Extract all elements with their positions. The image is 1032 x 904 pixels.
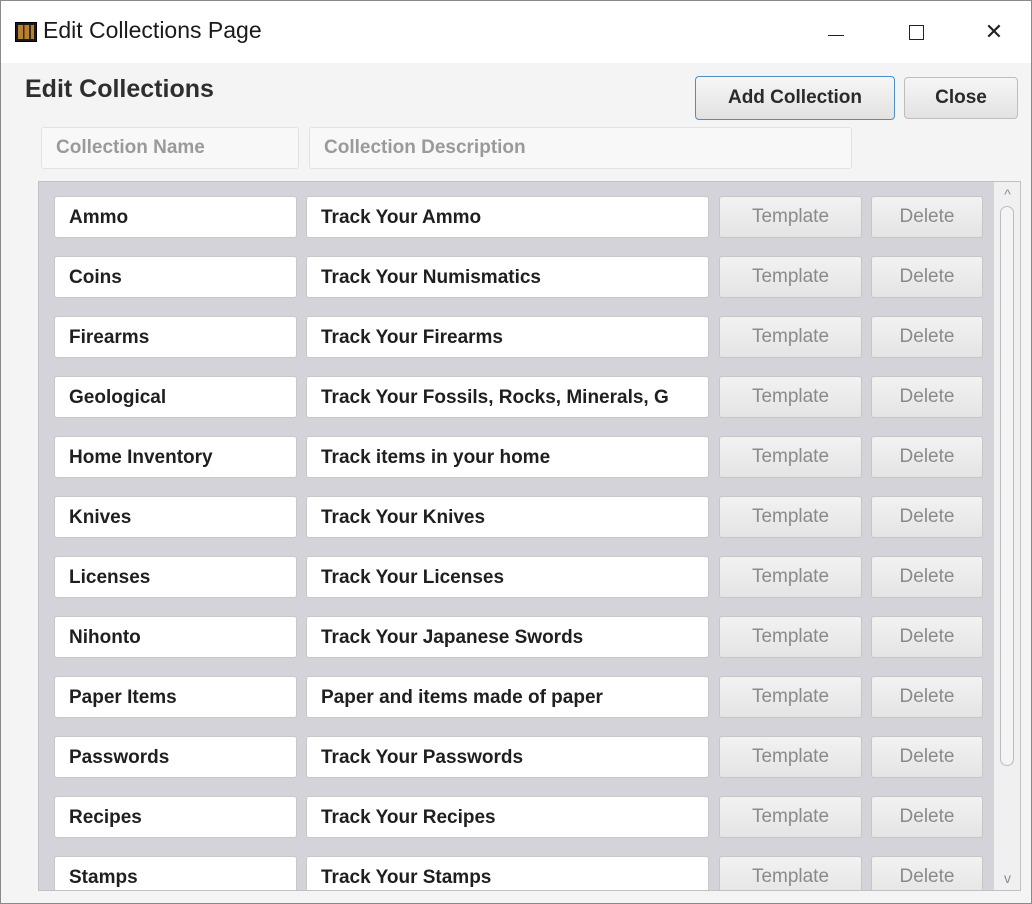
scroll-thumb[interactable] [1000, 206, 1014, 766]
template-button[interactable]: Template [719, 376, 862, 418]
collection-name-field[interactable]: Coins [54, 256, 297, 298]
close-icon: ✕ [984, 19, 1004, 44]
collection-row: Coins Track Your Numismatics Template Delet… [39, 242, 989, 302]
collections-list[interactable]: Stamps Track Your Stamps Template Delete Rec… [38, 181, 1021, 891]
collection-description-field[interactable]: Track items in your home [306, 436, 709, 478]
collection-name-field[interactable]: Licenses [54, 556, 297, 598]
collection-description-field[interactable]: Track Your Numismatics [306, 256, 709, 298]
collection-name-field[interactable]: Passwords [54, 736, 297, 778]
template-button[interactable]: Template [719, 556, 862, 598]
delete-button[interactable]: Delete [871, 856, 983, 890]
collection-description-field[interactable]: Track Your Fossils, Rocks, Minerals, G [306, 376, 709, 418]
collection-description-field[interactable]: Track Your Recipes [306, 796, 709, 838]
delete-button[interactable]: Delete [871, 316, 983, 358]
template-button[interactable]: Template [719, 856, 862, 890]
collection-description-field[interactable]: Track Your Ammo [306, 196, 709, 238]
collection-description-field[interactable]: Paper and items made of paper [306, 676, 709, 718]
template-button[interactable]: Template [719, 796, 862, 838]
collection-row: Recipes Track Your Recipes Template Delete [39, 782, 989, 842]
collection-row: Stamps Track Your Stamps Template Delete [39, 842, 989, 890]
window-title: Edit Collections Page [43, 17, 262, 43]
vertical-scrollbar[interactable]: ^ v [994, 182, 1020, 890]
template-button[interactable]: Template [719, 496, 862, 538]
scroll-up-icon[interactable]: ^ [994, 182, 1020, 206]
page-title: Edit Collections [25, 75, 214, 103]
collection-name-field[interactable]: Nihonto [54, 616, 297, 658]
title-bar[interactable]: Edit Collections Page ✕ [1, 1, 1031, 63]
edit-collections-window: Edit Collections Page ✕ Edit Collections… [0, 0, 1032, 904]
template-button[interactable]: Template [719, 256, 862, 298]
template-button[interactable]: Template [719, 676, 862, 718]
collection-row: Nihonto Track Your Japanese Swords Templat… [39, 602, 989, 662]
app-logo-icon [15, 22, 37, 42]
delete-button[interactable]: Delete [871, 616, 983, 658]
delete-button[interactable]: Delete [871, 496, 983, 538]
collection-description-input[interactable]: Collection Description [309, 127, 852, 169]
window-close-button[interactable]: ✕ [967, 11, 1021, 53]
collection-row: Licenses Track Your Licenses Template Delet… [39, 542, 989, 602]
collection-name-field[interactable]: Firearms [54, 316, 297, 358]
add-collection-button[interactable]: Add Collection [695, 76, 895, 120]
collection-row: Ammo Track Your Ammo Template Delete [39, 182, 989, 242]
template-button[interactable]: Template [719, 736, 862, 778]
minimize-button[interactable] [809, 11, 863, 53]
collection-name-field[interactable]: Home Inventory [54, 436, 297, 478]
template-button[interactable]: Template [719, 316, 862, 358]
maximize-icon [908, 24, 924, 40]
collection-row: Passwords Track Your Passwords Template Del… [39, 722, 989, 782]
collection-name-field[interactable]: Ammo [54, 196, 297, 238]
close-button[interactable]: Close [904, 77, 1018, 119]
collection-row: Geological Track Your Fossils, Rocks, Min… [39, 362, 989, 422]
collection-name-field[interactable]: Geological [54, 376, 297, 418]
collection-description-field[interactable]: Track Your Passwords [306, 736, 709, 778]
maximize-button[interactable] [889, 11, 943, 53]
collection-description-field[interactable]: Track Your Japanese Swords [306, 616, 709, 658]
collection-name-field[interactable]: Stamps [54, 856, 297, 890]
template-button[interactable]: Template [719, 616, 862, 658]
collection-row: Home Inventory Track items in your home Te… [39, 422, 989, 482]
delete-button[interactable]: Delete [871, 196, 983, 238]
delete-button[interactable]: Delete [871, 796, 983, 838]
template-button[interactable]: Template [719, 436, 862, 478]
delete-button[interactable]: Delete [871, 376, 983, 418]
delete-button[interactable]: Delete [871, 736, 983, 778]
collection-name-field[interactable]: Knives [54, 496, 297, 538]
collection-description-field[interactable]: Track Your Knives [306, 496, 709, 538]
delete-button[interactable]: Delete [871, 436, 983, 478]
minimize-icon [828, 34, 844, 36]
collection-row: Paper Items Paper and items made of paper… [39, 662, 989, 722]
template-button[interactable]: Template [719, 196, 862, 238]
collection-name-field[interactable]: Recipes [54, 796, 297, 838]
collection-description-field[interactable]: Track Your Licenses [306, 556, 709, 598]
delete-button[interactable]: Delete [871, 676, 983, 718]
delete-button[interactable]: Delete [871, 256, 983, 298]
collection-description-field[interactable]: Track Your Stamps [306, 856, 709, 890]
delete-button[interactable]: Delete [871, 556, 983, 598]
collection-name-input[interactable]: Collection Name [41, 127, 299, 169]
collection-row: Knives Track Your Knives Template Delete [39, 482, 989, 542]
collection-description-field[interactable]: Track Your Firearms [306, 316, 709, 358]
scroll-down-icon[interactable]: v [994, 866, 1020, 890]
collection-name-field[interactable]: Paper Items [54, 676, 297, 718]
collection-row: Firearms Track Your Firearms Template Delet… [39, 302, 989, 362]
